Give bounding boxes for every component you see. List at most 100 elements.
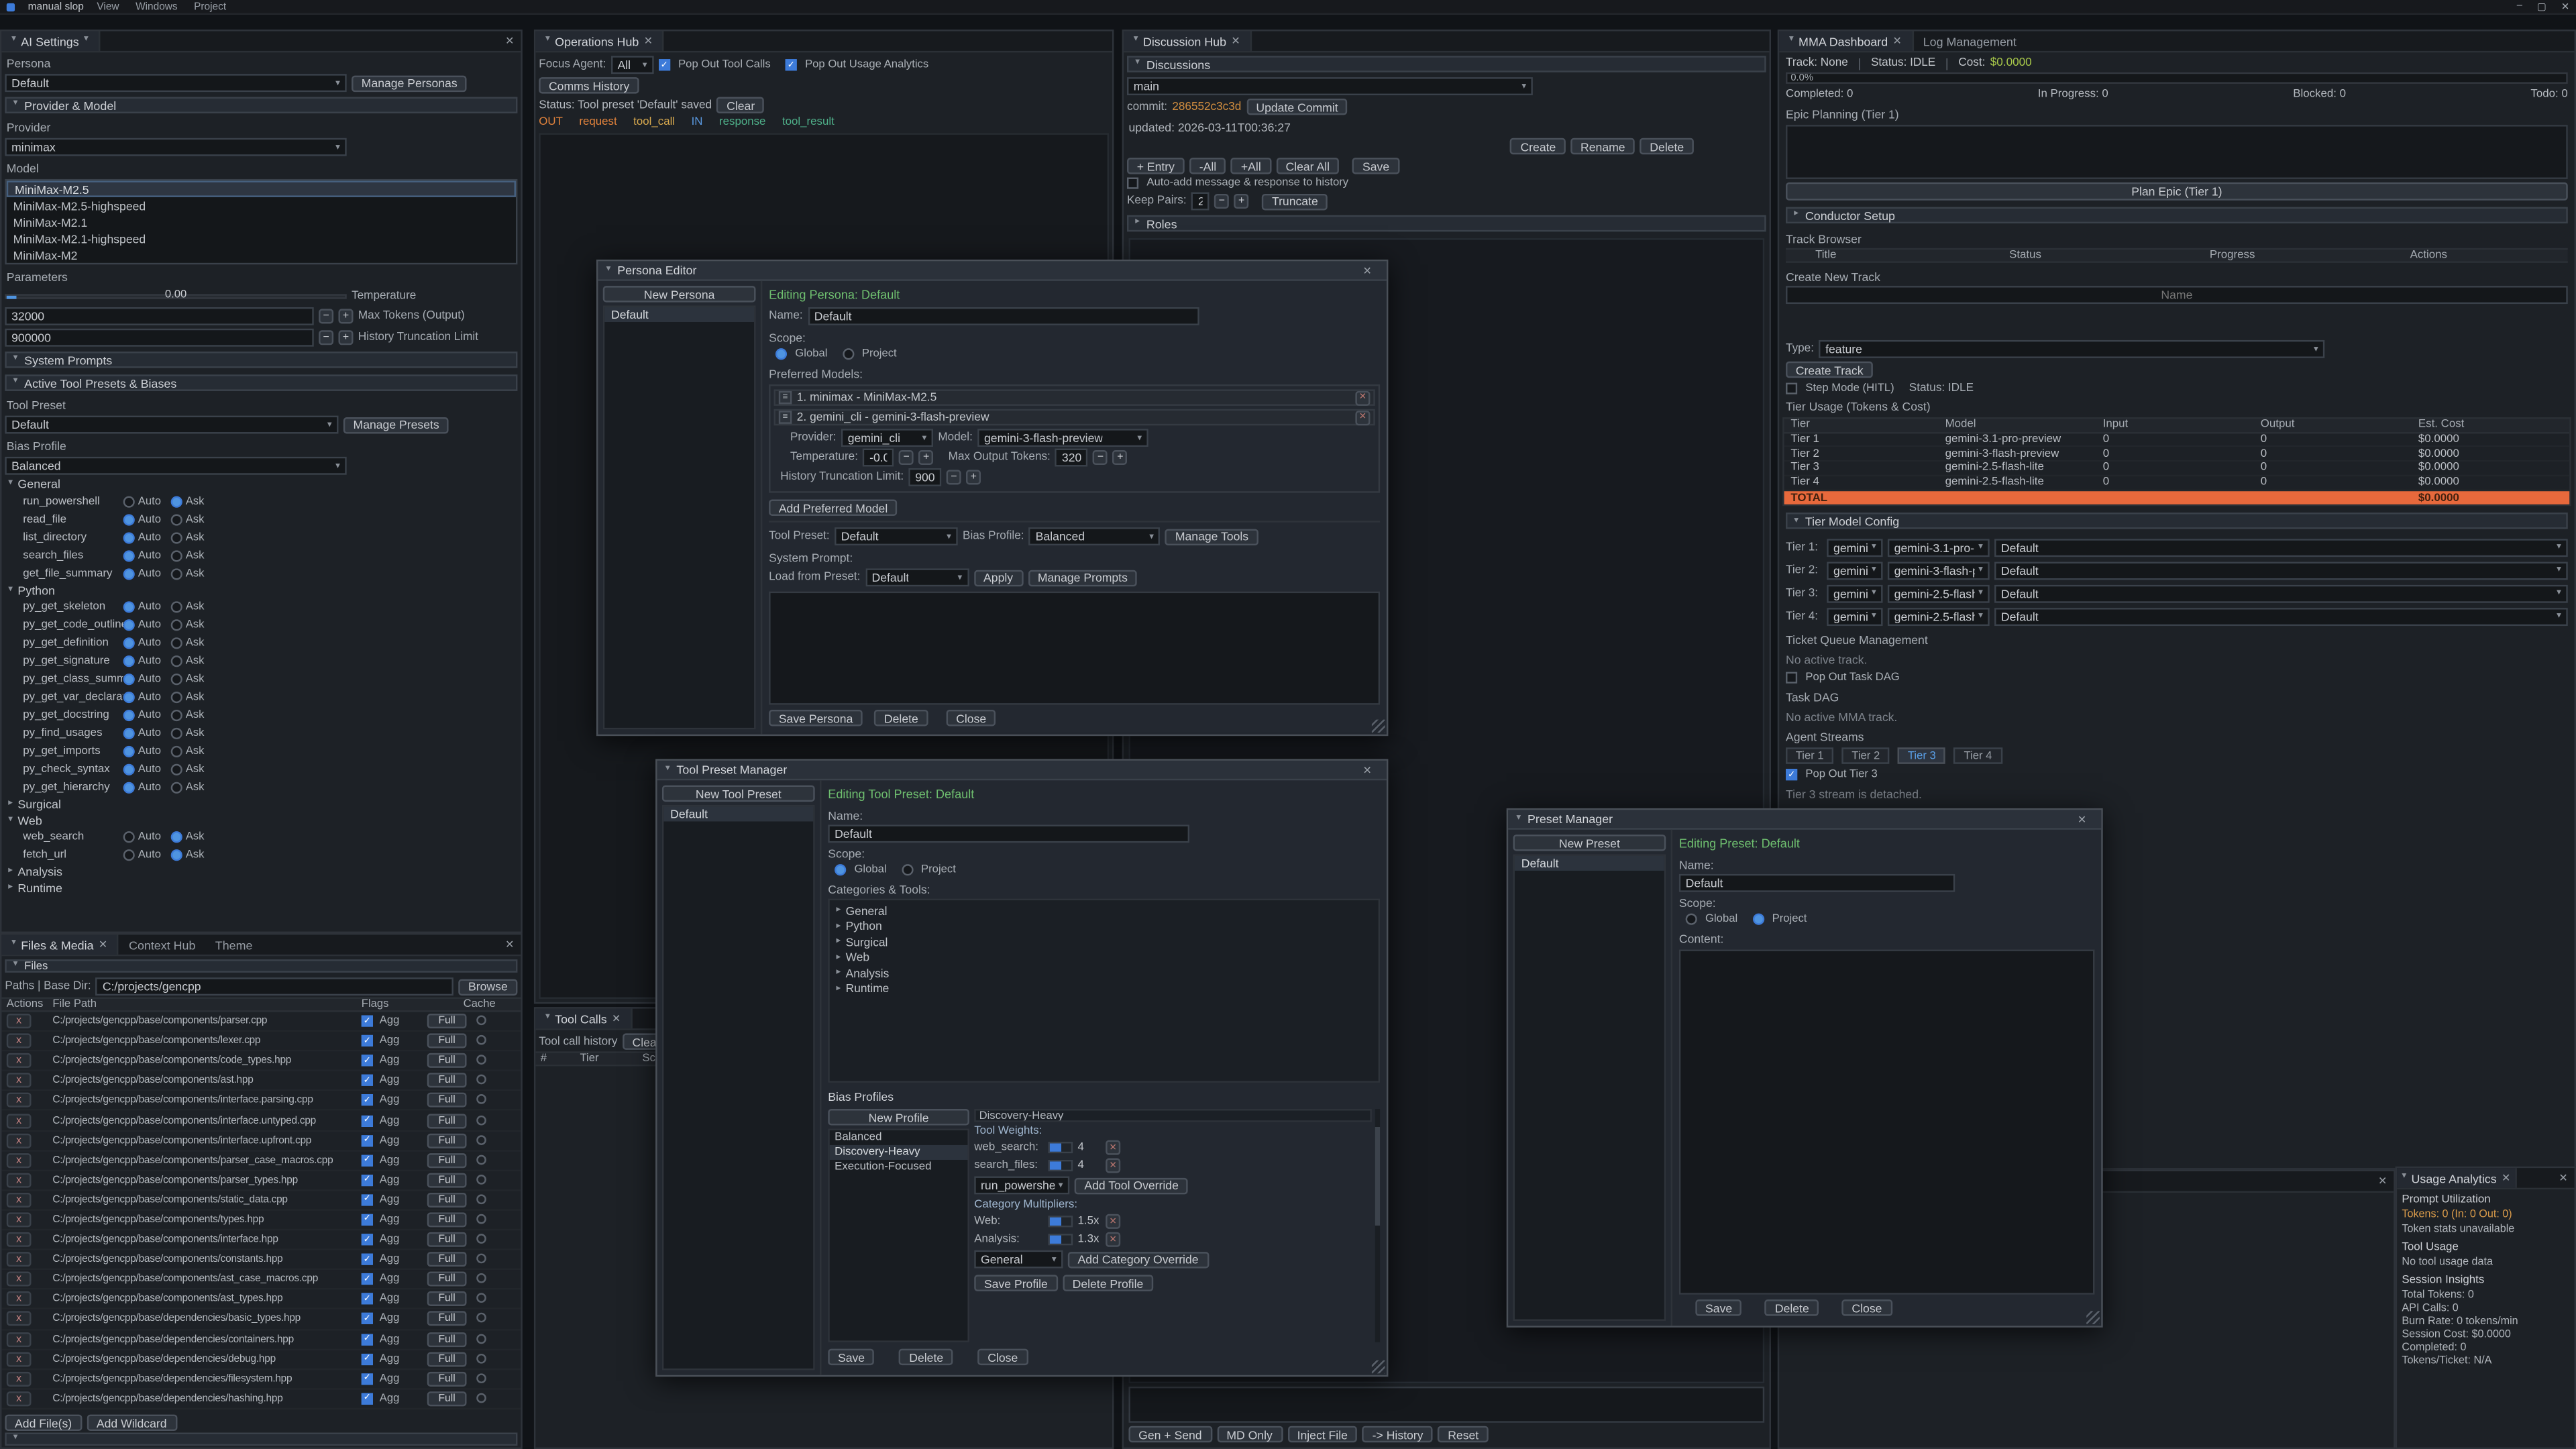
remove-file-button[interactable]: x — [7, 1272, 32, 1287]
remove-file-button[interactable]: x — [7, 1034, 32, 1049]
profile-item[interactable]: Balanced — [830, 1130, 968, 1145]
discussion-select[interactable]: main — [1127, 77, 1533, 95]
tool-preset-select[interactable]: Default — [5, 416, 338, 434]
save-tool-preset-button[interactable]: Save — [828, 1349, 875, 1365]
increment-button[interactable] — [1234, 194, 1249, 209]
tab-context-hub[interactable]: Context Hub — [119, 934, 205, 954]
section-system-prompts[interactable]: System Prompts — [5, 352, 517, 368]
profile-name-display[interactable]: Discovery-Heavy — [974, 1109, 1372, 1122]
remove-override-button[interactable] — [1106, 1140, 1120, 1155]
ask-radio[interactable] — [171, 849, 182, 861]
delete-persona-button[interactable]: Delete — [874, 710, 928, 726]
rename-discussion-button[interactable]: Rename — [1570, 138, 1635, 154]
track-name-input[interactable] — [1786, 286, 2568, 304]
resize-grip[interactable] — [1372, 720, 1385, 733]
tool-preset-manager-titlebar[interactable]: Tool Preset Manager — [657, 761, 1387, 780]
save-profile-button[interactable]: Save Profile — [974, 1275, 1057, 1291]
track-type-select[interactable]: feature — [1819, 340, 2324, 358]
cache-radio[interactable] — [476, 1175, 486, 1185]
save-preset-button[interactable]: Save — [1695, 1299, 1742, 1316]
scope-global-radio[interactable] — [835, 864, 846, 875]
cache-radio[interactable] — [476, 1254, 486, 1264]
category-surgical[interactable]: Surgical — [830, 934, 1379, 950]
tier-preset-select[interactable]: Default — [1994, 539, 2568, 557]
agg-checkbox[interactable] — [362, 1035, 373, 1046]
inject-file-button[interactable]: Inject File — [1287, 1426, 1358, 1442]
ask-radio[interactable] — [171, 601, 182, 612]
remove-model-button[interactable] — [1355, 390, 1370, 405]
agg-checkbox[interactable] — [362, 1234, 373, 1245]
tool-group-web[interactable]: Web — [1, 812, 521, 828]
auto-radio[interactable] — [123, 549, 135, 561]
ask-radio[interactable] — [171, 728, 182, 739]
ask-radio[interactable] — [171, 764, 182, 775]
full-button[interactable]: Full — [427, 1332, 467, 1346]
comms-history-button[interactable]: Comms History — [539, 77, 639, 93]
tab-discussion-hub[interactable]: Discussion Hub — [1124, 32, 1252, 51]
full-button[interactable]: Full — [427, 1173, 467, 1187]
tier-model-select[interactable]: gemini-3.1-pro-preview — [1888, 539, 1990, 557]
increment-button[interactable] — [338, 330, 353, 345]
update-commit-button[interactable]: Update Commit — [1246, 99, 1348, 115]
remove-file-button[interactable]: x — [7, 1212, 32, 1227]
full-button[interactable]: Full — [427, 1193, 467, 1208]
tool-group-analysis[interactable]: Analysis — [1, 864, 521, 879]
tool-group-surgical[interactable]: Surgical — [1, 797, 521, 812]
section-collapsed-bottom[interactable] — [5, 1433, 517, 1446]
scope-global-radio[interactable] — [1686, 914, 1697, 925]
agg-checkbox[interactable] — [362, 1214, 373, 1226]
section-discussions[interactable]: Discussions — [1127, 56, 1766, 72]
full-button[interactable]: Full — [427, 1371, 467, 1386]
tab-theme[interactable]: Theme — [205, 934, 262, 954]
remove-file-button[interactable]: x — [7, 1252, 32, 1267]
scrollbar[interactable] — [1375, 1109, 1380, 1342]
ask-radio[interactable] — [171, 637, 182, 649]
section-active-tool-presets[interactable]: Active Tool Presets & Biases — [5, 374, 517, 390]
auto-radio[interactable] — [123, 764, 135, 775]
full-button[interactable]: Full — [427, 1034, 467, 1049]
close-dialog-icon[interactable] — [2071, 812, 2093, 826]
increment-button[interactable] — [966, 470, 981, 484]
section-roles[interactable]: Roles — [1127, 215, 1766, 231]
plus-all-button[interactable]: +All — [1231, 158, 1271, 174]
auto-radio[interactable] — [123, 674, 135, 685]
cache-radio[interactable] — [476, 1393, 486, 1403]
auto-radio[interactable] — [123, 655, 135, 667]
pop-out-tool-calls-checkbox[interactable] — [659, 59, 670, 70]
cache-radio[interactable] — [476, 1194, 486, 1204]
epic-prompt-textarea[interactable] — [1786, 125, 2568, 179]
menu-project[interactable]: Project — [194, 1, 226, 12]
close-panel-icon[interactable] — [498, 32, 521, 51]
cache-radio[interactable] — [476, 1095, 486, 1105]
cache-radio[interactable] — [476, 1055, 486, 1065]
ask-radio[interactable] — [171, 710, 182, 721]
add-tool-override-button[interactable]: Add Tool Override — [1075, 1177, 1189, 1193]
persona-name-input[interactable] — [808, 307, 1199, 325]
remove-file-button[interactable]: x — [7, 1152, 32, 1167]
agg-checkbox[interactable] — [362, 1194, 373, 1205]
close-panel-icon[interactable] — [2553, 1168, 2575, 1187]
tier-provider-select[interactable]: gemini — [1827, 562, 1882, 580]
persona-editor-titlebar[interactable]: Persona Editor — [598, 261, 1387, 280]
system-prompt-textarea[interactable] — [769, 592, 1380, 705]
history-limit-input[interactable] — [5, 329, 313, 347]
model-option[interactable]: MiniMax-M2 — [7, 246, 516, 262]
max-tokens-input[interactable] — [5, 307, 313, 325]
full-button[interactable]: Full — [427, 1212, 467, 1227]
model-option[interactable]: MiniMax-M2.5-highspeed — [7, 197, 516, 213]
decrement-button[interactable] — [1214, 194, 1229, 209]
delete-preset-button[interactable]: Delete — [1765, 1299, 1819, 1316]
full-button[interactable]: Full — [427, 1352, 467, 1366]
cache-radio[interactable] — [476, 1353, 486, 1363]
cache-radio[interactable] — [476, 1313, 486, 1324]
weight-slider[interactable] — [1048, 1216, 1073, 1227]
decrement-button[interactable] — [947, 470, 961, 484]
menu-windows[interactable]: Windows — [136, 1, 178, 12]
gen-send-button[interactable]: Gen + Send — [1128, 1426, 1212, 1442]
md-only-button[interactable]: MD Only — [1217, 1426, 1283, 1442]
close-panel-icon[interactable] — [498, 934, 521, 954]
close-tab-icon[interactable] — [99, 938, 107, 951]
add-category-override-button[interactable]: Add Category Override — [1068, 1251, 1208, 1267]
provider-select[interactable]: minimax — [5, 138, 346, 156]
auto-add-checkbox[interactable] — [1127, 177, 1138, 189]
